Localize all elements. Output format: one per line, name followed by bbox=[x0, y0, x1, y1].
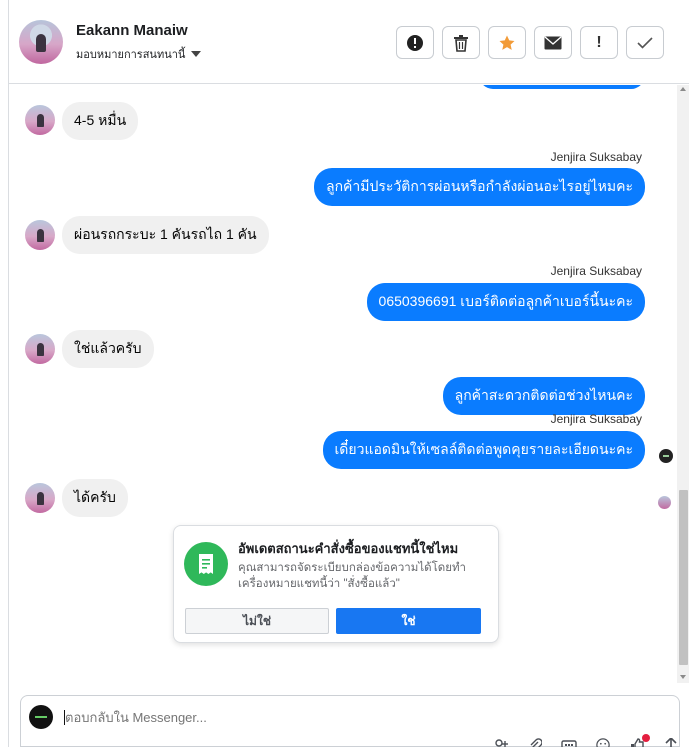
outgoing-message[interactable]: ลูกค้าสะดวกติดต่อช่วงไหนคะ bbox=[442, 377, 645, 415]
sender-name: Jenjira Suksabay bbox=[550, 150, 642, 164]
conversation-header: Eakann Manaiw มอบหมายการสนทนานี้ ! bbox=[9, 0, 689, 84]
conversation-panel: Eakann Manaiw มอบหมายการสนทนานี้ ! 4-5 ห… bbox=[8, 0, 689, 747]
sender-name: Jenjira Suksabay bbox=[550, 264, 642, 278]
follow-up-button[interactable]: ! bbox=[580, 26, 618, 59]
saved-reply-icon[interactable] bbox=[559, 738, 579, 747]
contact-avatar-small bbox=[25, 483, 55, 513]
contact-avatar-small bbox=[25, 334, 55, 364]
emoji-icon[interactable] bbox=[593, 738, 613, 747]
contact-avatar[interactable] bbox=[19, 20, 63, 64]
envelope-icon bbox=[544, 35, 562, 49]
incoming-message[interactable]: 4-5 หมื่น bbox=[62, 102, 139, 140]
contact-avatar-small bbox=[25, 105, 55, 135]
header-toolbar: ! bbox=[396, 26, 664, 59]
assign-conversation-dropdown[interactable]: มอบหมายการสนทนานี้ bbox=[76, 45, 202, 63]
sender-name: Jenjira Suksabay bbox=[550, 412, 642, 426]
scroll-up-icon[interactable] bbox=[680, 87, 686, 91]
order-status-prompt: อัพเดตสถานะคำสั่งซื้อของแชทนี้ใช่ไหม คุณ… bbox=[173, 525, 499, 643]
message-list[interactable]: 4-5 หมื่น Jenjira Suksabay ลูกค้ามีประวั… bbox=[9, 85, 677, 683]
mark-spam-button[interactable] bbox=[396, 26, 434, 59]
trash-icon bbox=[454, 34, 468, 52]
check-icon bbox=[637, 36, 653, 49]
seen-indicator-icon bbox=[659, 449, 673, 463]
receipt-icon bbox=[184, 542, 228, 586]
vertical-scrollbar[interactable] bbox=[677, 85, 689, 683]
outgoing-message[interactable]: ลูกค้ามีประวัติการผ่อนหรือกำลังผ่อนอะไรอ… bbox=[313, 168, 645, 206]
scrollbar-thumb[interactable] bbox=[679, 490, 688, 665]
contact-avatar-small bbox=[25, 220, 55, 250]
alert-circle-icon bbox=[407, 34, 423, 51]
incoming-message[interactable]: ผ่อนรถกระบะ 1 คันรถไถ 1 คัน bbox=[62, 216, 269, 254]
chevron-down-icon bbox=[191, 51, 202, 57]
read-receipt-avatar bbox=[658, 496, 671, 509]
incoming-message[interactable]: ได้ครับ bbox=[62, 479, 128, 517]
page-avatar bbox=[29, 705, 53, 729]
composer-toolbar bbox=[491, 738, 681, 747]
add-person-icon[interactable] bbox=[491, 738, 511, 747]
prompt-description: คุณสามารถจัดระเบียบกล่องข้อความได้โดยทำเ… bbox=[238, 562, 467, 590]
reply-input[interactable] bbox=[65, 710, 465, 725]
outgoing-message[interactable]: 0650396691 เบอร์ติดต่อลูกค้าเบอร์นี้นะคะ bbox=[366, 283, 645, 321]
prompt-title: อัพเดตสถานะคำสั่งซื้อของแชทนี้ใช่ไหม bbox=[238, 541, 459, 556]
mark-done-button[interactable] bbox=[626, 26, 664, 59]
attachment-icon[interactable] bbox=[525, 738, 545, 747]
no-button[interactable]: ไม่ใช่ bbox=[185, 608, 329, 634]
yes-button[interactable]: ใช่ bbox=[336, 608, 481, 634]
star-icon bbox=[499, 35, 515, 50]
scroll-down-icon[interactable] bbox=[680, 675, 686, 679]
text-caret bbox=[64, 710, 65, 725]
previous-message-bubble bbox=[479, 85, 645, 89]
mark-unread-button[interactable] bbox=[534, 26, 572, 59]
notification-dot bbox=[642, 734, 650, 742]
delete-button[interactable] bbox=[442, 26, 480, 59]
assign-label: มอบหมายการสนทนานี้ bbox=[76, 49, 186, 61]
exclamation-icon: ! bbox=[596, 33, 602, 51]
outgoing-message[interactable]: เดี๋ยวแอดมินให้เซลล์ติดต่อพูดคุยรายละเอี… bbox=[322, 431, 645, 469]
incoming-message[interactable]: ใช่แล้วครับ bbox=[62, 330, 154, 368]
reply-composer bbox=[20, 695, 680, 747]
send-icon[interactable] bbox=[661, 738, 681, 747]
star-button[interactable] bbox=[488, 26, 526, 59]
contact-name[interactable]: Eakann Manaiw bbox=[76, 22, 188, 39]
